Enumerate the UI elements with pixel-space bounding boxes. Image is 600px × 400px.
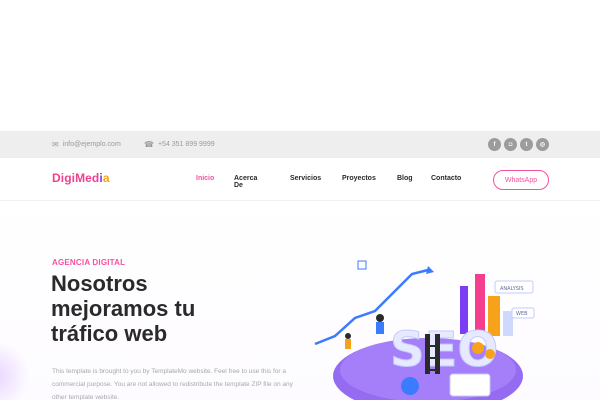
illustration-tag-analysis: ANALYSIS <box>500 286 524 292</box>
phone-text: +54 351 899 9999 <box>157 141 215 148</box>
seo-illustration: SEO ANALYSIS WEB <box>314 260 535 400</box>
hero-kicker: AGENCIA DIGITAL <box>52 258 126 267</box>
headline-line-2: mejoramos tu <box>51 296 196 321</box>
empty-top-area <box>0 0 600 131</box>
nav-item-inicio[interactable]: Inicio <box>196 175 214 182</box>
social-links: f ◘ t ◎ <box>488 138 549 151</box>
instagram-icon[interactable]: ◘ <box>504 138 517 151</box>
envelope-icon: ✉ <box>52 140 59 149</box>
email-contact[interactable]: ✉ info@ejemplo.com <box>52 131 121 158</box>
phone-contact[interactable]: ☎ +54 351 899 9999 <box>144 131 215 158</box>
hero-description: This template is brought to you by Templ… <box>52 368 293 400</box>
twitter-icon[interactable]: t <box>520 138 533 151</box>
facebook-icon[interactable]: f <box>488 138 501 151</box>
nav-item-servicios[interactable]: Servicios <box>290 175 321 182</box>
site-logo[interactable]: DigiMedia <box>52 171 110 185</box>
logo-accent-2: a <box>102 171 110 185</box>
hero-section: AGENCIA DIGITAL Nosotros mejoramos tu tr… <box>0 201 600 400</box>
headline-line-1: Nosotros <box>51 271 148 296</box>
other-icon[interactable]: ◎ <box>536 138 549 151</box>
illustration-tag-web: WEB <box>516 311 528 317</box>
phone-icon: ☎ <box>144 140 154 149</box>
nav-item-contacto[interactable]: Contacto <box>431 175 461 182</box>
hero-headline: Nosotros mejoramos tu tráfico web <box>51 271 271 346</box>
nav-item-blog[interactable]: Blog <box>397 175 413 182</box>
whatsapp-button[interactable]: WhatsApp <box>493 170 549 190</box>
nav-item-proyectos[interactable]: Proyectos <box>342 175 376 182</box>
top-contact-bar: ✉ info@ejemplo.com ☎ +54 351 899 9999 f … <box>0 131 600 158</box>
headline-line-3: tráfico web <box>51 321 168 346</box>
logo-text: DigiMed <box>52 171 100 185</box>
email-text: info@ejemplo.com <box>62 141 121 148</box>
nav-item-acerca[interactable]: Acerca De <box>234 175 257 189</box>
decorative-blob <box>0 341 30 400</box>
